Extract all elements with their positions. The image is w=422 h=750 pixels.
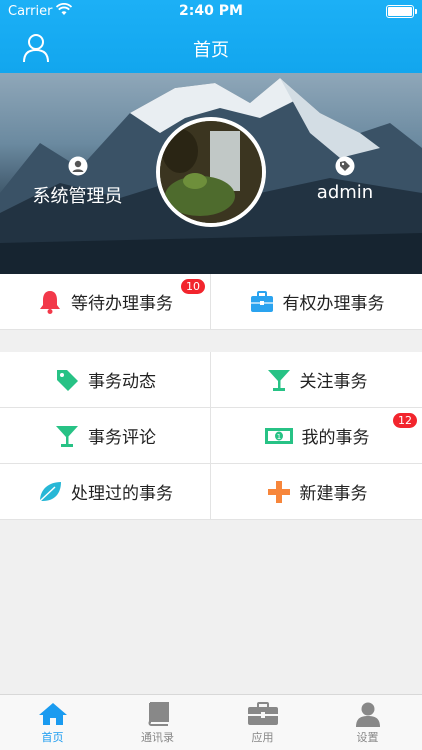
user-circle-icon xyxy=(68,156,87,176)
pending-count-badge: 10 xyxy=(181,279,205,294)
page-title: 首页 xyxy=(193,40,229,61)
tab-contacts[interactable]: 通讯录 xyxy=(105,695,210,750)
briefcase-icon xyxy=(247,702,278,725)
my-tasks-button[interactable]: 1 我的事务 12 xyxy=(211,408,422,464)
leaf-icon xyxy=(39,481,61,502)
my-tasks-badge: 12 xyxy=(393,413,417,428)
user-icon xyxy=(355,702,380,727)
navigation-bar: Carrier 2:40 PM 首页 xyxy=(0,0,422,73)
new-task-label: 新建事务 xyxy=(299,484,368,504)
cocktail-icon xyxy=(267,369,290,391)
tab-settings-label: 设置 xyxy=(356,731,379,744)
authorized-tasks-button[interactable]: 有权办理事务 xyxy=(211,274,422,330)
avatar-image xyxy=(160,121,262,223)
my-tasks-label: 我的事务 xyxy=(301,428,370,448)
pending-tasks-button[interactable]: 等待办理事务 10 xyxy=(0,274,211,330)
money-icon: 1 xyxy=(264,427,293,444)
tab-contacts-label: 通讯录 xyxy=(141,731,174,744)
pending-tasks-label: 等待办理事务 xyxy=(71,294,173,314)
profile-banner: 系统管理员 admin xyxy=(0,73,422,274)
book-icon xyxy=(148,702,169,726)
tab-apps[interactable]: 应用 xyxy=(210,695,315,750)
status-bar: Carrier 2:40 PM xyxy=(0,0,422,24)
tab-apps-label: 应用 xyxy=(251,731,274,744)
tag-icon xyxy=(335,156,355,176)
cocktail-icon xyxy=(56,425,78,447)
tab-home-label: 首页 xyxy=(41,731,64,744)
briefcase-icon xyxy=(250,290,273,312)
new-task-button[interactable]: 新建事务 xyxy=(211,464,422,520)
task-comments-label: 事务评论 xyxy=(88,428,156,448)
bell-icon xyxy=(40,290,60,314)
avatar[interactable] xyxy=(156,117,266,227)
followed-tasks-label: 关注事务 xyxy=(299,372,368,392)
user-role: 系统管理员 xyxy=(20,156,135,208)
username-label: admin xyxy=(316,182,374,203)
tab-home[interactable]: 首页 xyxy=(0,695,105,750)
username: admin xyxy=(300,156,390,203)
task-news-label: 事务动态 xyxy=(88,372,156,392)
pending-actions: 等待办理事务 10 有权办理事务 xyxy=(0,274,422,330)
processed-tasks-button[interactable]: 处理过的事务 xyxy=(0,464,211,520)
status-time: 2:40 PM xyxy=(179,3,243,19)
task-comments-button[interactable]: 事务评论 xyxy=(0,408,211,464)
task-menu: 事务动态 关注事务 事务评论 1 我的事务 12 处理过的事务 新建事务 xyxy=(0,352,422,520)
tag-icon xyxy=(57,369,78,391)
battery-icon xyxy=(386,5,417,18)
tab-bar: 首页 通讯录 应用 设置 xyxy=(0,694,422,750)
home-icon xyxy=(38,703,67,725)
user-role-label: 系统管理员 xyxy=(32,186,123,207)
authorized-tasks-label: 有权办理事务 xyxy=(282,294,385,314)
tab-settings[interactable]: 设置 xyxy=(315,695,420,750)
processed-tasks-label: 处理过的事务 xyxy=(71,484,173,504)
followed-tasks-button[interactable]: 关注事务 xyxy=(211,352,422,408)
plus-icon xyxy=(267,480,290,503)
task-news-button[interactable]: 事务动态 xyxy=(0,352,211,408)
svg-text:1: 1 xyxy=(276,433,280,441)
